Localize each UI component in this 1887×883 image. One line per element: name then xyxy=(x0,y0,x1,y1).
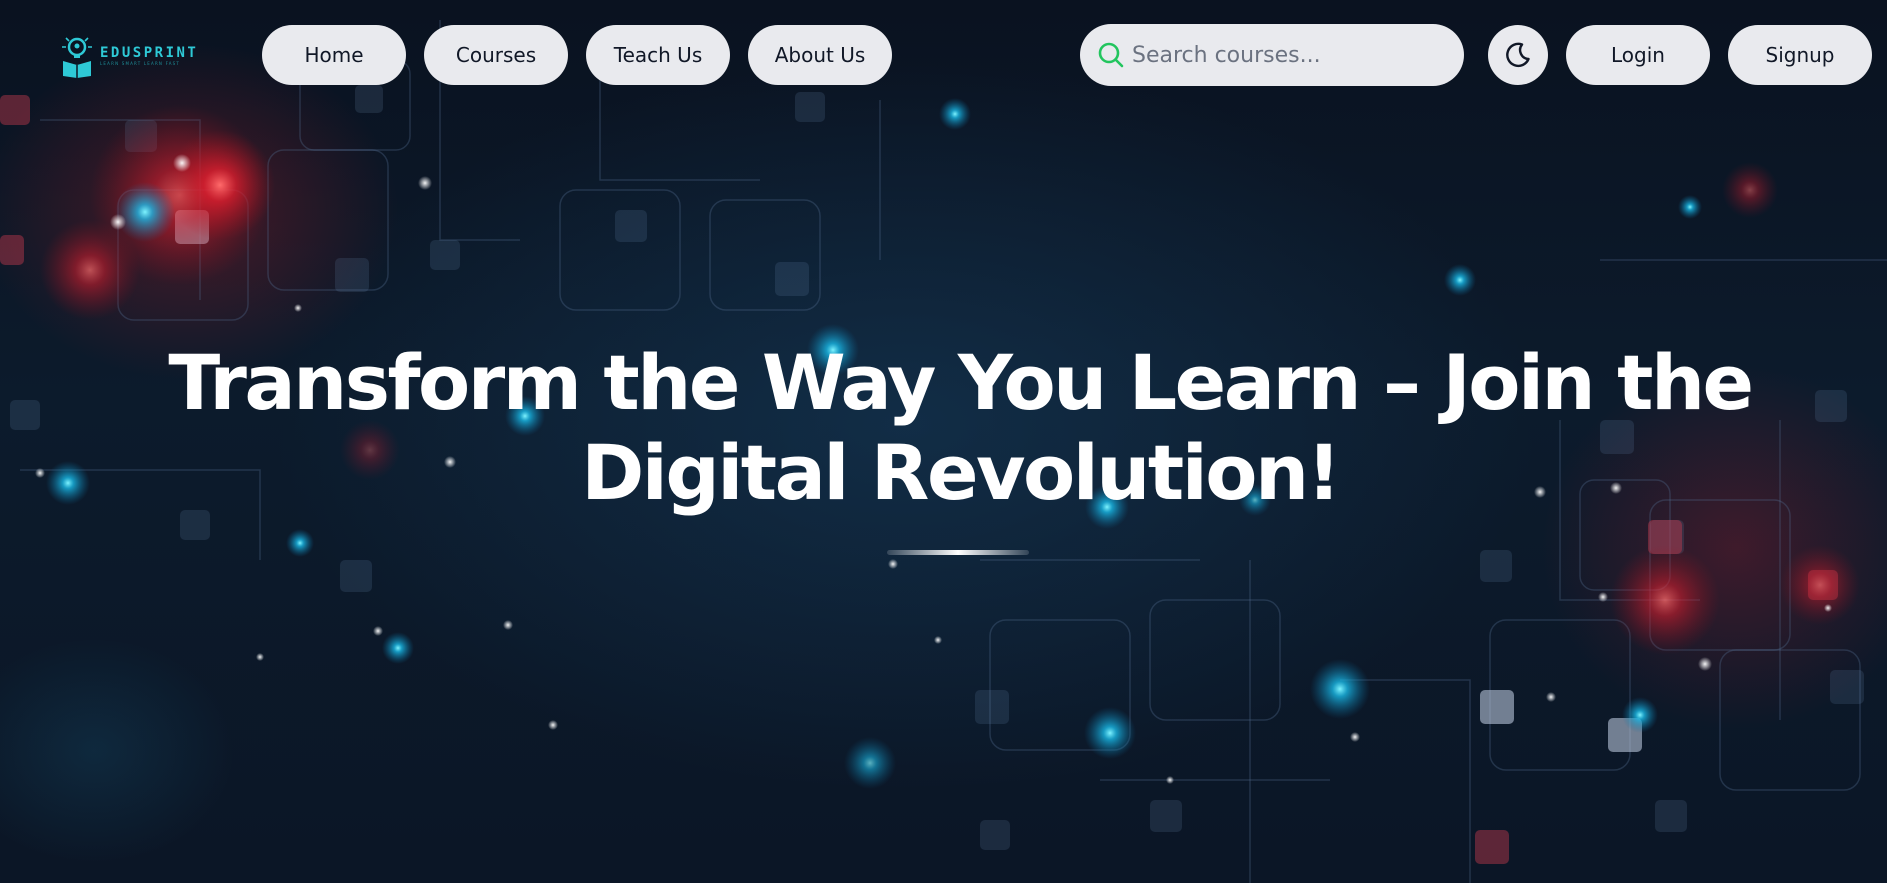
search-bar[interactable] xyxy=(1080,24,1464,86)
login-button[interactable]: Login xyxy=(1566,25,1710,85)
nav-teach-us-link[interactable]: Teach Us xyxy=(586,25,730,85)
nav-about-us-link[interactable]: About Us xyxy=(748,25,892,85)
moon-icon xyxy=(1506,42,1530,68)
lightbulb-book-logo-icon xyxy=(62,37,92,78)
headline-underline-divider xyxy=(887,550,1029,555)
hero-section: EDUSPRINT LEARN SMART LEARN FAST Home Co… xyxy=(0,0,1887,883)
hero-headline: Transform the Way You Learn – Join the D… xyxy=(168,338,1754,517)
brand-name: EDUSPRINT xyxy=(100,45,199,61)
signup-button[interactable]: Signup xyxy=(1728,25,1872,85)
nav-home-link[interactable]: Home xyxy=(262,25,406,85)
search-icon xyxy=(1098,42,1124,68)
brand-logo[interactable]: EDUSPRINT LEARN SMART LEARN FAST xyxy=(60,32,222,80)
top-navbar: EDUSPRINT LEARN SMART LEARN FAST Home Co… xyxy=(0,0,1887,112)
brand-tagline: LEARN SMART LEARN FAST xyxy=(100,61,181,66)
search-input[interactable] xyxy=(1130,34,1454,76)
theme-toggle-button[interactable] xyxy=(1488,25,1548,85)
nav-courses-link[interactable]: Courses xyxy=(424,25,568,85)
